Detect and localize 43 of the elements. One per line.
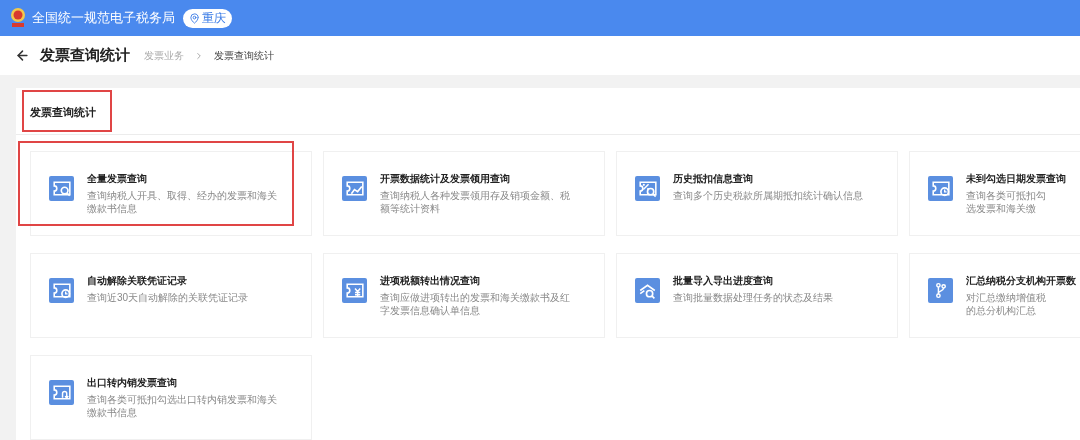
card-description: 查询各类可抵扣勾选出口转内销发票和海关缴款书信息 bbox=[87, 393, 278, 419]
card-title: 未到勾选日期发票查询 bbox=[966, 172, 1066, 185]
card-description: 查询纳税人各种发票领用存及销项金额、税额等统计资料 bbox=[380, 189, 571, 215]
ticket-yen-icon bbox=[342, 278, 367, 303]
card-title: 历史抵扣信息查询 bbox=[673, 172, 753, 185]
breadcrumb-separator-icon bbox=[194, 50, 204, 61]
breadcrumb-item: 发票查询统计 bbox=[214, 49, 274, 63]
card-description: 查询批量数据处理任务的状态及结果 bbox=[673, 291, 833, 304]
card-description: 对汇总缴纳增值税的总分机构汇总 bbox=[966, 291, 1047, 317]
branch-icon bbox=[928, 278, 953, 303]
query-card[interactable]: 批量导入导出进度查询 查询批量数据处理任务的状态及结果 bbox=[616, 253, 898, 338]
card-title: 汇总纳税分支机构开票数 bbox=[966, 274, 1076, 287]
site-title: 全国统一规范电子税务局 bbox=[32, 9, 175, 28]
ticket-clock-icon bbox=[928, 176, 953, 201]
card-title: 开票数据统计及发票领用查询 bbox=[380, 172, 510, 185]
ticket-chart-icon bbox=[342, 176, 367, 201]
stack-magnifier-icon bbox=[635, 278, 660, 303]
card-title: 进项税额转出情况查询 bbox=[380, 274, 480, 287]
query-card[interactable]: 自动解除关联凭证记录 查询近30天自动解除的关联凭证记录 bbox=[30, 253, 312, 338]
query-card[interactable]: 出口转内销发票查询 查询各类可抵扣勾选出口转内销发票和海关缴款书信息 bbox=[30, 355, 312, 440]
query-card[interactable]: 汇总纳税分支机构开票数 对汇总缴纳增值税的总分机构汇总 bbox=[909, 253, 1080, 338]
card-description: 查询纳税人开具、取得、经办的发票和海关缴款书信息 bbox=[87, 189, 278, 215]
query-card[interactable]: 全量发票查询 查询纳税人开具、取得、经办的发票和海关缴款书信息 bbox=[30, 151, 312, 236]
card-title: 出口转内销发票查询 bbox=[87, 376, 177, 389]
ticket-search-icon bbox=[49, 176, 74, 201]
card-description: 查询多个历史税款所属期抵扣统计确认信息 bbox=[673, 189, 863, 202]
query-card[interactable]: 未到勾选日期发票查询 查询各类可抵扣勾选发票和海关缴 bbox=[909, 151, 1080, 236]
query-card[interactable]: 进项税额转出情况查询 查询应做进项转出的发票和海关缴款书及红字发票信息确认单信息 bbox=[323, 253, 605, 338]
card-title: 全量发票查询 bbox=[87, 172, 147, 185]
location-chip[interactable]: 重庆 bbox=[183, 8, 232, 28]
page-title: 发票查询统计 bbox=[40, 45, 130, 66]
card-title: 批量导入导出进度查询 bbox=[673, 274, 773, 287]
section-title: 发票查询统计 bbox=[30, 106, 96, 118]
emblem-icon bbox=[8, 6, 28, 30]
location-pin-icon bbox=[189, 12, 200, 24]
query-card[interactable]: 开票数据统计及发票领用查询 查询纳税人各种发票领用存及销项金额、税额等统计资料 bbox=[323, 151, 605, 236]
card-description: 查询应做进项转出的发票和海关缴款书及红字发票信息确认单信息 bbox=[380, 291, 571, 317]
ticket-clock-icon bbox=[49, 278, 74, 303]
card-description: 查询近30天自动解除的关联凭证记录 bbox=[87, 291, 249, 304]
query-card[interactable]: 历史抵扣信息查询 查询多个历史税款所属期抵扣统计确认信息 bbox=[616, 151, 898, 236]
ticket-magnifier-icon bbox=[635, 176, 660, 201]
card-description: 查询各类可抵扣勾选发票和海关缴 bbox=[966, 189, 1047, 215]
card-title: 自动解除关联凭证记录 bbox=[87, 274, 187, 287]
